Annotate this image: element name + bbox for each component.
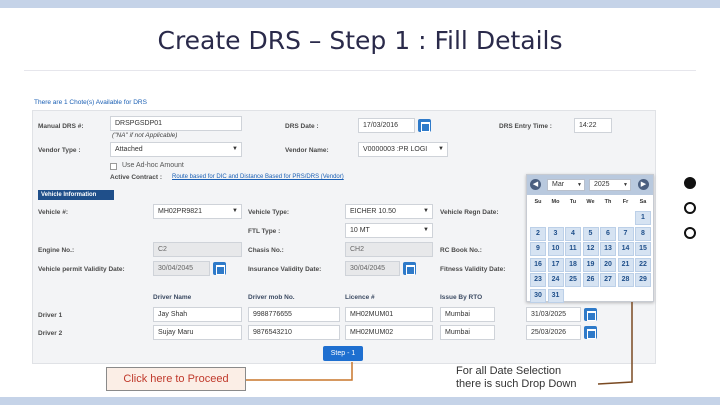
- slide-bullet[interactable]: [684, 227, 696, 239]
- slide-bullet-active[interactable]: [684, 177, 696, 189]
- slide-bullet[interactable]: [684, 202, 696, 214]
- callout-connectors: [246, 302, 633, 385]
- proceed-connector-line: [246, 362, 353, 381]
- date-note-connector-line: [597, 302, 633, 385]
